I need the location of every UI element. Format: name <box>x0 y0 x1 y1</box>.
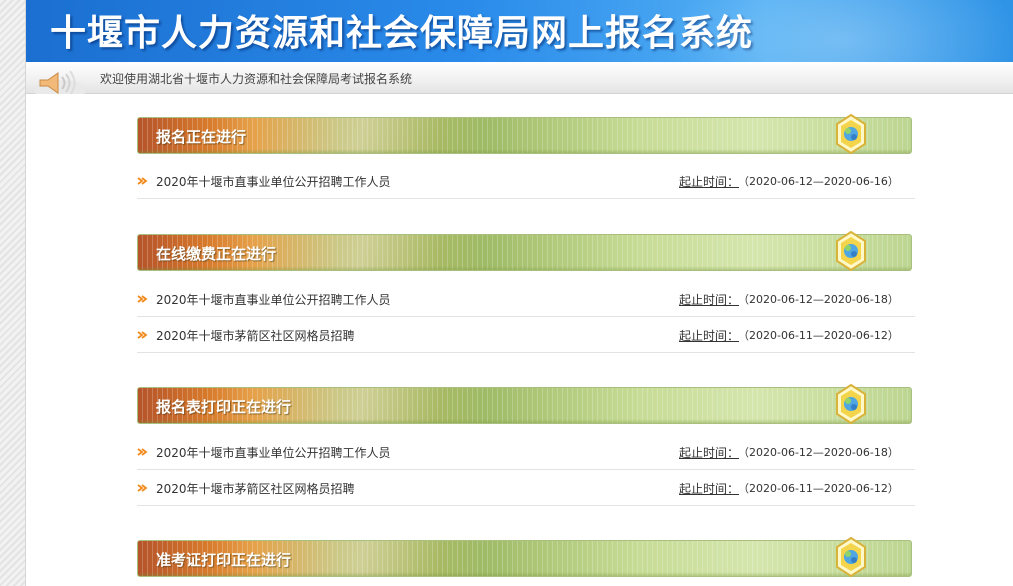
orange-arrow-icon <box>137 331 148 339</box>
section-header: 在线缴费正在进行 <box>137 234 912 271</box>
section-registration: 报名正在进行 2020年十堰市直事业单位公开招聘工作人员 起止时间： （2020… <box>137 114 915 199</box>
section-header: 报名正在进行 <box>137 117 912 154</box>
hexagon-badge-icon <box>836 384 866 424</box>
speaker-icon <box>34 70 86 94</box>
list-item[interactable]: 2020年十堰市直事业单位公开招聘工作人员 起止时间： （2020-06-12—… <box>137 281 915 317</box>
orange-arrow-icon <box>137 177 148 185</box>
item-title-link[interactable]: 2020年十堰市茅箭区社区网格员招聘 <box>156 327 355 344</box>
section-form-print: 报名表打印正在进行 2020年十堰市直事业单位公开招聘工作人员 起止时间： （2… <box>137 384 915 506</box>
left-margin <box>0 0 26 586</box>
section-payment: 在线缴费正在进行 2020年十堰市直事业单位公开招聘工作人员 起止时间： （20… <box>137 231 915 353</box>
time-range: （2020-06-12—2020-06-18） <box>738 293 899 306</box>
time-label: 起止时间： <box>679 175 740 189</box>
orange-arrow-icon <box>137 484 148 492</box>
item-title-link[interactable]: 2020年十堰市直事业单位公开招聘工作人员 <box>156 291 391 308</box>
item-title-link[interactable]: 2020年十堰市直事业单位公开招聘工作人员 <box>156 173 391 190</box>
list-item[interactable]: 2020年十堰市茅箭区社区网格员招聘 起止时间： （2020-06-11—202… <box>137 470 915 506</box>
time-range: （2020-06-12—2020-06-16） <box>738 175 899 188</box>
time-label: 起止时间： <box>679 329 740 343</box>
section-admission-print: 准考证打印正在进行 <box>137 537 915 577</box>
list-item[interactable]: 2020年十堰市直事业单位公开招聘工作人员 起止时间： （2020-06-12—… <box>137 434 915 470</box>
section-title: 在线缴费正在进行 <box>156 245 277 263</box>
time-range: （2020-06-11—2020-06-12） <box>738 482 899 495</box>
item-title-link[interactable]: 2020年十堰市直事业单位公开招聘工作人员 <box>156 444 391 461</box>
welcome-bar: 欢迎使用湖北省十堰市人力资源和社会保障局考试报名系统 <box>26 62 1013 94</box>
time-label: 起止时间： <box>679 446 740 460</box>
welcome-text: 欢迎使用湖北省十堰市人力资源和社会保障局考试报名系统 <box>100 72 413 86</box>
orange-arrow-icon <box>137 448 148 456</box>
time-label: 起止时间： <box>679 482 740 496</box>
section-header: 报名表打印正在进行 <box>137 387 912 424</box>
list-item[interactable]: 2020年十堰市直事业单位公开招聘工作人员 起止时间： （2020-06-12—… <box>137 163 915 199</box>
hexagon-badge-icon <box>836 537 866 577</box>
list-item[interactable]: 2020年十堰市茅箭区社区网格员招聘 起止时间： （2020-06-11—202… <box>137 317 915 353</box>
time-label: 起止时间： <box>679 293 740 307</box>
time-range: （2020-06-12—2020-06-18） <box>738 446 899 459</box>
section-title: 报名正在进行 <box>156 128 247 146</box>
item-title-link[interactable]: 2020年十堰市茅箭区社区网格员招聘 <box>156 480 355 497</box>
hexagon-badge-icon <box>836 231 866 271</box>
hexagon-badge-icon <box>836 114 866 154</box>
section-title: 报名表打印正在进行 <box>156 398 292 416</box>
header-banner: 十堰市人力资源和社会保障局网上报名系统 <box>26 0 1013 62</box>
time-range: （2020-06-11—2020-06-12） <box>738 329 899 342</box>
orange-arrow-icon <box>137 295 148 303</box>
section-title: 准考证打印正在进行 <box>156 551 292 569</box>
site-title: 十堰市人力资源和社会保障局网上报名系统 <box>50 12 754 54</box>
section-header: 准考证打印正在进行 <box>137 540 912 577</box>
